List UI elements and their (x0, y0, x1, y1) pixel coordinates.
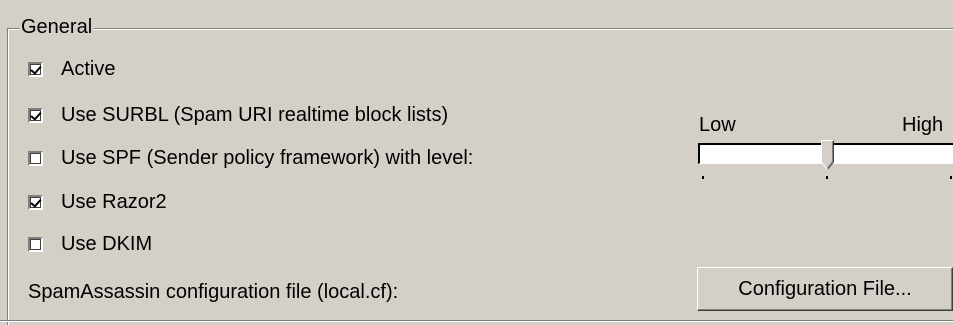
option-use-razor2[interactable]: Use Razor2 (28, 189, 167, 215)
config-file-label: SpamAssassin configuration file (local.c… (28, 281, 399, 303)
spf-level-slider[interactable] (698, 140, 953, 188)
slider-high-label: High (902, 114, 944, 136)
slider-tick (702, 176, 704, 179)
panel-bottom-edge-highlight (0, 321, 953, 322)
option-use-surbl[interactable]: Use SURBL (Spam URI realtime block lists… (28, 102, 448, 128)
use-dkim-checkbox[interactable] (28, 236, 43, 252)
use-spf-label: Use SPF (Sender policy framework) with l… (61, 147, 474, 169)
option-use-spf[interactable]: Use SPF (Sender policy framework) with l… (28, 145, 473, 171)
slider-low-label: Low (699, 114, 736, 136)
slider-tick (826, 176, 828, 179)
group-title: General (19, 15, 95, 39)
slider-thumb[interactable] (821, 140, 834, 170)
option-use-dkim[interactable]: Use DKIM (28, 231, 152, 257)
slider-tick (950, 176, 952, 179)
active-label: Active (61, 58, 116, 80)
settings-panel: General Active Use SURBL (Spam URI realt… (0, 0, 953, 325)
use-spf-checkbox[interactable] (28, 150, 43, 166)
active-checkbox[interactable] (28, 61, 43, 77)
use-surbl-checkbox[interactable] (28, 107, 43, 123)
use-razor2-checkbox[interactable] (28, 194, 43, 210)
option-active[interactable]: Active (28, 56, 115, 82)
configuration-file-button[interactable]: Configuration File... (697, 267, 953, 311)
use-surbl-label: Use SURBL (Spam URI realtime block lists… (61, 104, 449, 126)
use-razor2-label: Use Razor2 (61, 191, 167, 213)
use-dkim-label: Use DKIM (61, 233, 153, 255)
